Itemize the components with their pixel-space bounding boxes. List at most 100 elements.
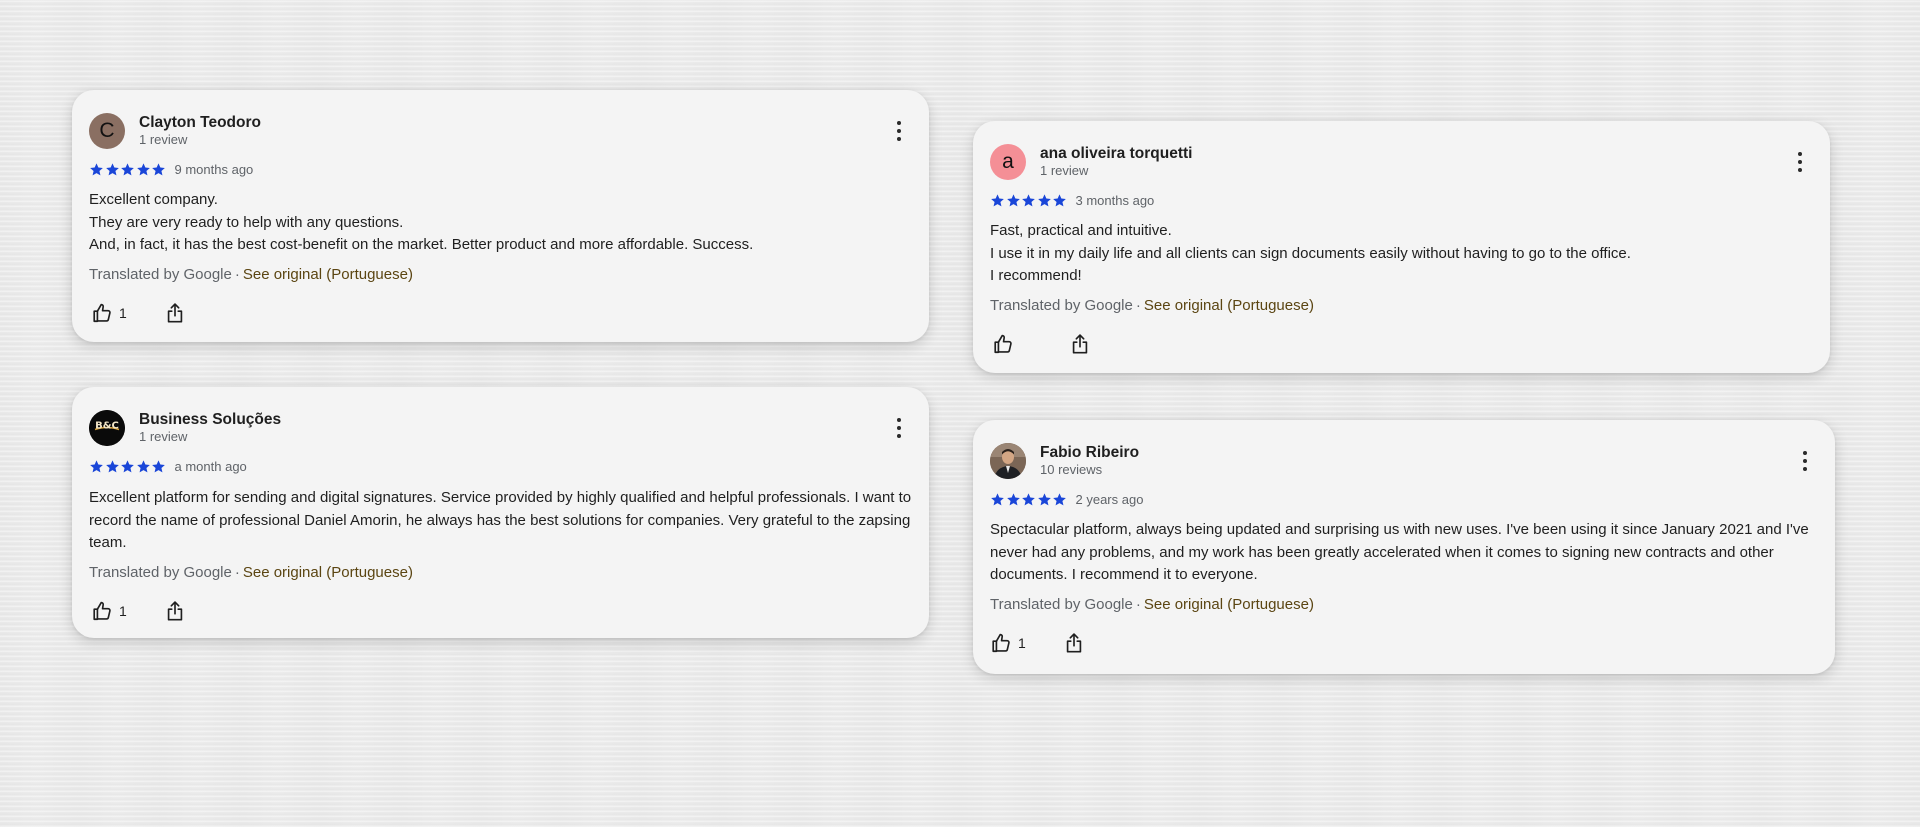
author-info: Fabio Ribeiro 10 reviews: [1040, 444, 1139, 478]
like-button[interactable]: 1: [91, 302, 127, 324]
star-rating: [990, 492, 1068, 507]
review-actions: 1: [990, 631, 1818, 655]
review-card: Fabio Ribeiro 10 reviews 2 years ago Spe…: [973, 420, 1835, 674]
more-options-icon[interactable]: [890, 119, 908, 143]
more-options-icon[interactable]: [890, 416, 908, 440]
star-icon: [136, 162, 150, 175]
translated-by-label: Translated by Google: [89, 563, 232, 581]
avatar[interactable]: a: [990, 144, 1026, 180]
review-card: B&C Business Soluções 1 review a month a…: [72, 387, 929, 638]
star-icon: [1022, 492, 1035, 505]
avatar[interactable]: [990, 443, 1026, 479]
more-options-icon[interactable]: [1796, 449, 1814, 473]
star-icon: [105, 162, 119, 175]
star-icon: [90, 162, 103, 175]
like-count: 1: [1018, 634, 1026, 651]
review-actions: 1: [89, 599, 912, 623]
review-text-line: Fast, practical and intuitive.: [990, 222, 1172, 239]
review-text: Excellent platform for sending and digit…: [89, 487, 912, 555]
star-icon: [1006, 492, 1020, 505]
rating-row: 2 years ago: [990, 490, 1818, 508]
review-card: a ana oliveira torquetti 1 review 3 mont…: [973, 121, 1830, 373]
review-time: a month ago: [174, 458, 247, 474]
separator-dot: ·: [1135, 296, 1141, 314]
author-info: Clayton Teodoro 1 review: [139, 114, 261, 148]
author-name[interactable]: Business Soluções: [139, 411, 281, 429]
review-text-line: Spectacular platform, always being updat…: [990, 521, 1809, 583]
review-text-line: I use it in my daily life and all client…: [990, 244, 1631, 262]
star-icon: [1053, 492, 1066, 505]
more-options-icon[interactable]: [1791, 150, 1809, 174]
share-icon: [1066, 632, 1082, 653]
see-original-link[interactable]: See original (Portuguese): [1144, 596, 1314, 613]
author-name[interactable]: Clayton Teodoro: [139, 114, 261, 132]
review-text: Excellent company. They are very ready t…: [89, 189, 912, 257]
rating-row: a month ago: [89, 457, 912, 475]
translation-note: Translated by Google · See original (Portu…: [990, 595, 1818, 615]
star-rating: [990, 193, 1068, 208]
author-review-count: 1 review: [139, 429, 188, 444]
star-icon: [1037, 193, 1051, 206]
review-card: C Clayton Teodoro 1 review 9 months ago …: [72, 90, 929, 342]
avatar[interactable]: C: [89, 113, 125, 149]
review-text: Spectacular platform, always being updat…: [990, 519, 1818, 587]
review-header: C Clayton Teodoro 1 review: [89, 113, 912, 149]
star-icon: [105, 459, 119, 472]
author-info: Business Soluções 1 review: [139, 411, 281, 445]
star-icon: [1053, 193, 1066, 206]
see-original-link[interactable]: See original (Portuguese): [1144, 297, 1314, 314]
author-name[interactable]: ana oliveira torquetti: [1040, 145, 1192, 163]
like-count: 1: [119, 304, 127, 321]
see-original-link[interactable]: See original (Portuguese): [243, 266, 413, 283]
review-actions: [990, 332, 1813, 356]
author-review-count: 10 reviews: [1040, 462, 1103, 477]
review-text-line: And, in fact, it has the best cost-benef…: [89, 236, 754, 253]
avatar-letter: C: [99, 119, 115, 142]
avatar[interactable]: B&C: [89, 410, 125, 446]
star-icon: [152, 459, 165, 472]
star-icon: [136, 459, 150, 472]
translated-by-label: Translated by Google: [990, 595, 1133, 613]
like-count: 1: [119, 602, 127, 619]
star-icon: [1006, 193, 1020, 206]
share-button[interactable]: [165, 302, 185, 324]
like-button[interactable]: 1: [91, 600, 127, 622]
review-actions: 1: [89, 301, 912, 325]
translation-note: Translated by Google · See original (Portu…: [89, 563, 912, 583]
review-text-line: Excellent company.: [89, 191, 218, 208]
like-button[interactable]: [992, 333, 1020, 355]
like-button[interactable]: 1: [990, 632, 1026, 654]
separator-dot: ·: [234, 563, 240, 581]
rating-row: 9 months ago: [89, 160, 912, 178]
separator-dot: ·: [1135, 595, 1141, 613]
star-icon: [90, 459, 103, 472]
review-header: B&C Business Soluções 1 review: [89, 410, 912, 446]
thumbs-up-icon: [992, 633, 1010, 652]
review-time: 2 years ago: [1075, 491, 1144, 507]
review-text-line: They are very ready to help with any que…: [89, 213, 404, 231]
review-header: Fabio Ribeiro 10 reviews: [990, 443, 1818, 479]
share-button[interactable]: [1070, 333, 1090, 355]
author-name[interactable]: Fabio Ribeiro: [1040, 444, 1139, 462]
star-rating: [89, 162, 167, 177]
star-rating: [89, 459, 167, 474]
business-logo-icon: B&C: [89, 410, 125, 446]
share-icon: [167, 600, 183, 621]
star-icon: [152, 162, 165, 175]
star-icon: [991, 492, 1004, 505]
translated-by-label: Translated by Google: [89, 265, 232, 283]
star-icon: [121, 459, 134, 472]
star-icon: [1022, 193, 1035, 206]
share-button[interactable]: [1064, 632, 1084, 654]
author-info: ana oliveira torquetti 1 review: [1040, 145, 1192, 179]
share-icon: [167, 302, 183, 323]
avatar-letter: a: [1002, 150, 1014, 173]
review-text: Fast, practical and intuitive. I use it …: [990, 220, 1813, 288]
author-review-count: 1 review: [139, 132, 188, 147]
see-original-link[interactable]: See original (Portuguese): [243, 564, 413, 581]
review-header: a ana oliveira torquetti 1 review: [990, 144, 1813, 180]
rating-row: 3 months ago: [990, 191, 1813, 209]
share-button[interactable]: [165, 600, 185, 622]
star-icon: [121, 162, 134, 175]
thumbs-up-icon: [994, 334, 1012, 353]
